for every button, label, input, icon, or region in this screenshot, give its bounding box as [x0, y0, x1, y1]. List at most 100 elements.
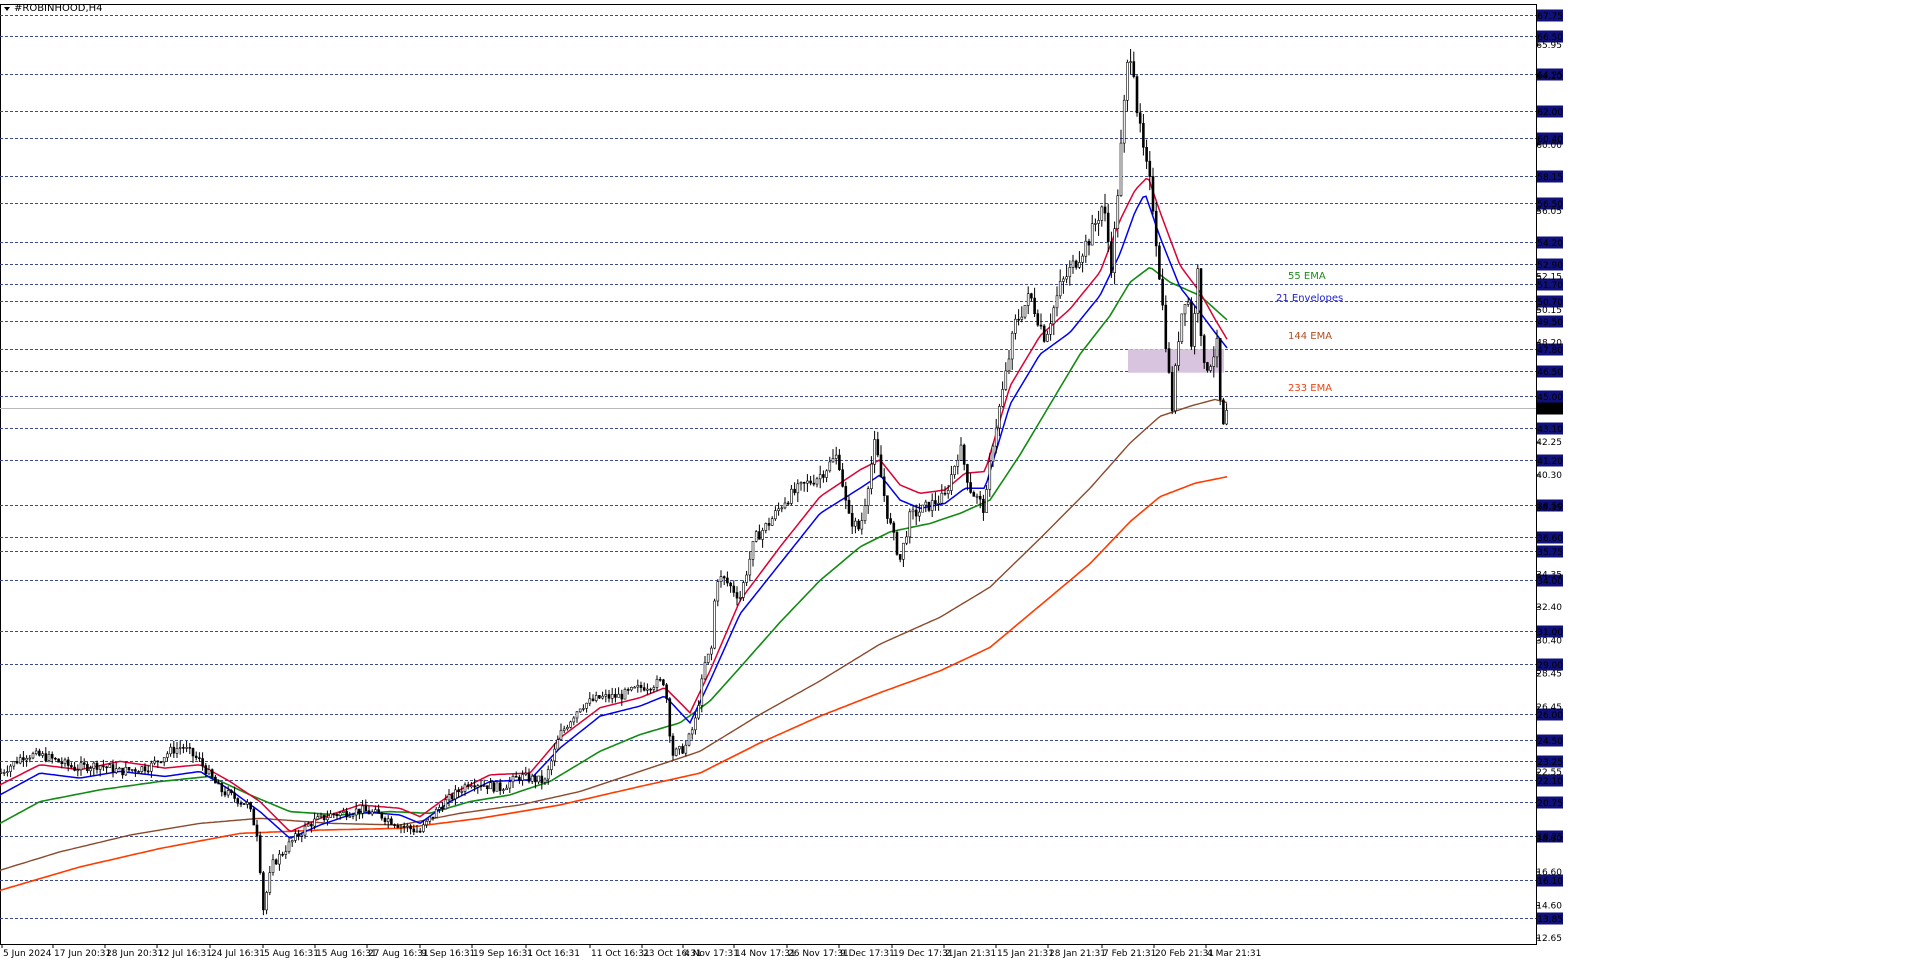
candle-body [758, 531, 761, 540]
candle-body [374, 809, 377, 813]
candle-body [511, 775, 515, 783]
candle-body [1100, 206, 1104, 221]
candle-body [150, 762, 153, 772]
candle-body [540, 775, 544, 783]
candle-body [73, 766, 76, 771]
candle [1180, 313, 1184, 344]
candle-body [143, 766, 147, 772]
candle-body [1174, 365, 1177, 412]
price-chart[interactable]: 67.7566.5064.2562.0060.4058.1556.5054.20… [0, 0, 1916, 963]
candle-body [1103, 206, 1107, 214]
time-tick-label: 14 Nov 17:31 [735, 949, 796, 959]
candle-body [1167, 348, 1171, 373]
price-level-label: 62.00 [1537, 105, 1563, 118]
candle-body [498, 782, 502, 791]
price-tick-label: 48.20 [1536, 339, 1562, 349]
candle-body [1135, 76, 1139, 114]
candle-body [601, 695, 604, 699]
current-price-marker: 44.27 [1537, 402, 1563, 415]
candle-body [18, 757, 22, 764]
candle-body [233, 792, 236, 799]
candle-body [889, 518, 892, 524]
candle-body [668, 698, 672, 737]
price-level-label: 13.85 [1537, 912, 1563, 925]
candle-body [502, 789, 505, 792]
candle-body [70, 765, 73, 768]
candle-body [854, 520, 857, 527]
candle-body [66, 759, 70, 766]
chart-background [0, 0, 1916, 963]
candle-body [252, 808, 256, 826]
candle-body [825, 470, 828, 478]
candle-body [534, 775, 537, 783]
candle-body [111, 764, 115, 773]
candle-body [1170, 372, 1174, 412]
candle-body [1164, 304, 1168, 350]
candle-body [95, 762, 99, 770]
candle-body [671, 735, 675, 756]
candle-body [905, 536, 908, 544]
candle-body [604, 694, 608, 697]
indicator-label: 55 EMA [1288, 271, 1326, 282]
candle-body [1151, 176, 1155, 212]
candle-body [114, 768, 118, 773]
candle-body [319, 814, 323, 817]
price-level-label: 20.75 [1537, 796, 1563, 809]
candle-body [642, 687, 646, 691]
candle-body [550, 760, 553, 770]
candle-body [537, 775, 540, 783]
chart-title[interactable]: #ROBINHOOD,H4 [4, 3, 103, 14]
symbol-title: #ROBINHOOD,H4 [14, 3, 103, 14]
candle-body [1113, 228, 1116, 273]
candle-body [873, 439, 876, 465]
candle-body [482, 785, 486, 787]
candle-body [588, 698, 592, 704]
candle-body [982, 498, 985, 513]
candle-body [1186, 301, 1190, 305]
candle [242, 803, 246, 805]
candle-body [425, 820, 428, 826]
candle-body [335, 814, 339, 817]
candle-body [614, 693, 617, 698]
candle-body [217, 782, 220, 785]
candle-body [553, 748, 556, 762]
candle-body [466, 784, 470, 788]
candle-body [9, 765, 12, 772]
candle-body [255, 824, 259, 836]
candle-body [92, 762, 96, 769]
candle [713, 598, 716, 650]
candle-body [460, 791, 464, 793]
time-tick-label: 5 Aug 16:31 [264, 949, 319, 959]
candle-body [492, 782, 496, 792]
candle-body [169, 746, 172, 755]
candle-body [418, 830, 422, 833]
candle-body [6, 771, 9, 773]
candle-body [863, 505, 867, 521]
candle-body [102, 765, 105, 768]
candle-body [396, 825, 400, 828]
current-price-text: 44.27 [1537, 405, 1563, 415]
candle-body [1154, 210, 1158, 247]
candle-body [857, 520, 860, 530]
candle-body [562, 728, 566, 731]
candle-body [706, 653, 710, 663]
candle-body [290, 840, 294, 843]
candle-body [831, 458, 835, 463]
candle-body [902, 542, 905, 560]
candle-body [214, 776, 217, 784]
price-level-label: 52.90 [1537, 258, 1563, 271]
candle [623, 687, 627, 700]
price-tick-label: 40.30 [1536, 471, 1562, 481]
candle-body [649, 688, 652, 691]
candle-body [924, 501, 928, 506]
candle-body [1119, 142, 1123, 197]
candle-body [1202, 335, 1206, 363]
candle-body [530, 775, 534, 782]
candle [159, 761, 163, 764]
candle-body [729, 582, 732, 587]
candle-body [582, 708, 585, 710]
candle-body [412, 828, 416, 833]
candle-body [271, 859, 275, 873]
candle-body [908, 511, 912, 538]
candle-body [1052, 307, 1056, 325]
